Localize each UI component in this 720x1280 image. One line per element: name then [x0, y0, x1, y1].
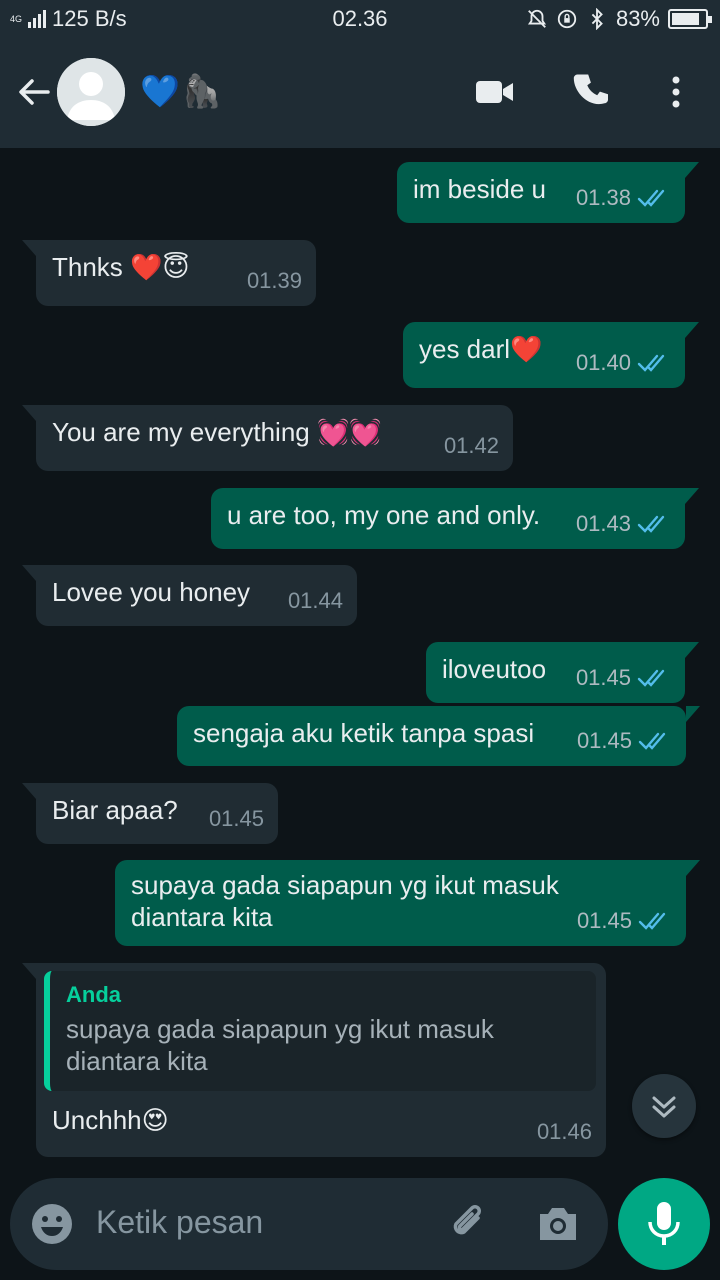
- message-incoming-reply[interactable]: Anda supaya gada siapapun yg ikut masuk …: [22, 963, 606, 1157]
- contact-name[interactable]: 💙🦍: [140, 72, 224, 110]
- double-check-icon: [637, 189, 665, 207]
- message-text: iloveutoo: [442, 654, 547, 684]
- bluetooth-icon: [591, 8, 603, 30]
- mic-icon: [648, 1202, 680, 1245]
- message-meta: 01.44: [288, 584, 343, 618]
- message-text: sengaja aku ketik tanpa spasi: [193, 718, 535, 748]
- double-check-icon: [637, 515, 665, 533]
- message-text: You are my everything 💓💓: [52, 417, 382, 447]
- message-outgoing[interactable]: sengaja aku ketik tanpa spasi 01.45: [177, 706, 700, 766]
- message-text-line2: diantara kita: [131, 902, 273, 932]
- attach-icon[interactable]: [446, 1200, 494, 1248]
- default-avatar-icon: [57, 58, 125, 126]
- message-composer: Ketik pesan: [10, 1178, 608, 1270]
- message-meta: 01.45: [209, 802, 264, 836]
- battery-icon: [668, 9, 712, 29]
- chat-header: 💙🦍: [0, 36, 720, 148]
- quoted-message[interactable]: Anda supaya gada siapapun yg ikut masuk …: [44, 971, 596, 1091]
- mute-bell-icon: [527, 9, 546, 28]
- double-check-icon: [637, 354, 665, 372]
- quote-text: supaya gada siapapun yg ikut masuk diant…: [66, 1013, 580, 1077]
- message-meta: 01.38: [576, 181, 671, 215]
- scroll-to-bottom-button[interactable]: [632, 1074, 696, 1138]
- message-outgoing[interactable]: iloveutoo 01.45: [426, 642, 699, 703]
- message-text: Biar apaa?: [52, 795, 178, 825]
- chat-area[interactable]: im beside u 01.38 Thnks ❤️😇 01.39 yes da…: [0, 148, 720, 1164]
- more-vert-icon[interactable]: [654, 70, 698, 114]
- message-text: Lovee you honey: [52, 577, 251, 607]
- status-right: 83%: [526, 6, 712, 32]
- message-time: 01.40: [575, 350, 631, 375]
- message-meta: 01.46: [537, 1115, 592, 1149]
- message-time: 01.38: [575, 185, 631, 210]
- message-time: 01.46: [536, 1119, 592, 1144]
- message-time: 01.39: [246, 268, 302, 293]
- quote-text-line2: diantara kita: [66, 1046, 208, 1076]
- message-time: 01.45: [575, 665, 631, 690]
- message-incoming[interactable]: Biar apaa? 01.45: [22, 783, 278, 844]
- status-bar: 4G 125 B/s 02.36 83%: [0, 0, 720, 36]
- message-meta: 01.42: [444, 429, 499, 463]
- message-meta: 01.39: [247, 264, 302, 298]
- message-meta: 01.45: [577, 904, 672, 938]
- message-time: 01.42: [443, 433, 499, 458]
- message-text: Thnks ❤️😇: [52, 252, 190, 282]
- quote-author: Anda: [66, 982, 121, 1007]
- message-meta: 01.43: [576, 507, 671, 541]
- mic-button[interactable]: [618, 1178, 710, 1270]
- message-time: 01.45: [576, 728, 632, 753]
- double-check-icon: [637, 669, 665, 687]
- message-text: u are too, my one and only.: [227, 500, 541, 530]
- battery-percent: 83%: [615, 6, 660, 31]
- double-chevron-down-icon: [652, 1096, 676, 1118]
- avatar[interactable]: [57, 58, 125, 126]
- message-incoming[interactable]: Lovee you honey 01.44: [22, 565, 357, 626]
- message-time: 01.45: [208, 806, 264, 831]
- message-outgoing[interactable]: supaya gada siapapun yg ikut masuk diant…: [115, 860, 700, 946]
- phone-icon[interactable]: [570, 70, 614, 114]
- message-outgoing[interactable]: u are too, my one and only. 01.43: [211, 488, 699, 549]
- rotation-lock-icon: [557, 9, 577, 29]
- message-outgoing[interactable]: im beside u 01.38: [397, 162, 699, 223]
- back-arrow-icon[interactable]: [14, 72, 54, 112]
- message-text: im beside u: [413, 174, 546, 204]
- message-meta: 01.45: [577, 724, 672, 758]
- emoji-icon[interactable]: [30, 1202, 74, 1246]
- message-text-line1: supaya gada siapapun yg ikut masuk: [131, 870, 559, 900]
- double-check-icon: [638, 732, 666, 750]
- video-call-icon[interactable]: [472, 70, 516, 114]
- message-incoming[interactable]: You are my everything 💓💓 01.42: [22, 405, 513, 471]
- message-incoming[interactable]: Thnks ❤️😇 01.39: [22, 240, 316, 306]
- message-time: 01.44: [287, 588, 343, 613]
- message-meta: 01.40: [576, 346, 671, 380]
- message-text: yes darl❤️: [419, 334, 543, 364]
- message-meta: 01.45: [576, 661, 671, 695]
- double-check-icon: [638, 912, 666, 930]
- quote-text-line1: supaya gada siapapun yg ikut masuk: [66, 1014, 494, 1044]
- battery-fill: [672, 13, 699, 25]
- message-text: Unchhh😍: [52, 1105, 169, 1135]
- message-time: 01.43: [575, 511, 631, 536]
- message-outgoing[interactable]: yes darl❤️ 01.40: [403, 322, 699, 388]
- message-input[interactable]: Ketik pesan: [96, 1204, 263, 1241]
- message-time: 01.45: [576, 908, 632, 933]
- camera-icon[interactable]: [534, 1202, 582, 1246]
